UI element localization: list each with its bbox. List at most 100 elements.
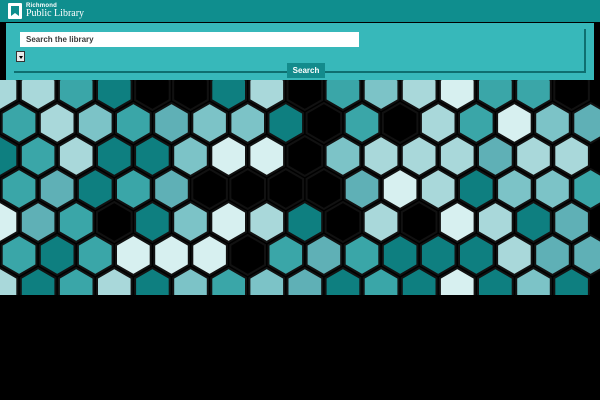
hex-tile (267, 233, 305, 277)
hex-tile (19, 200, 57, 244)
hex-tile (458, 167, 495, 211)
hex-tile (172, 134, 209, 178)
hex-tile (19, 134, 57, 178)
hex-tile (0, 200, 19, 244)
hex-tile (229, 167, 266, 211)
hex-tile (76, 167, 114, 211)
hex-tile (286, 200, 324, 244)
hex-tile (438, 200, 476, 244)
logo-line2: Public Library (26, 8, 85, 19)
logo-text: Richmond Public Library (26, 3, 84, 19)
hex-tile (115, 167, 152, 211)
hex-tile (381, 101, 419, 145)
hex-tile (248, 80, 286, 112)
hex-tile (477, 200, 514, 244)
hex-tile (38, 233, 76, 277)
hex-tile (191, 167, 228, 211)
search-scope-dropdown[interactable] (16, 51, 25, 62)
hex-tile (115, 233, 152, 277)
hex-tile (572, 167, 600, 211)
hex-tile (134, 80, 171, 112)
hex-tile (38, 101, 76, 145)
hex-tile (515, 134, 552, 178)
hex-tile (248, 134, 286, 178)
hex-tile (400, 200, 438, 244)
hex-tile (248, 200, 286, 244)
library-logo[interactable]: Richmond Public Library (8, 2, 84, 20)
hex-tile (153, 233, 190, 277)
hex-tile (362, 80, 400, 112)
hex-tile (572, 101, 600, 145)
hex-tile (324, 134, 362, 178)
hex-tile (458, 101, 495, 145)
hex-tile (305, 101, 343, 145)
hex-tile (57, 134, 95, 178)
hex-tile (496, 101, 533, 145)
hex-tile (57, 80, 95, 112)
hex-tile (76, 233, 114, 277)
hex-tile (0, 167, 38, 211)
hex-tile (134, 200, 171, 244)
hex-tile (477, 80, 514, 112)
hex-tile (381, 233, 419, 277)
hex-tile (419, 101, 457, 145)
hex-tile (458, 233, 495, 277)
hex-tile (438, 80, 476, 112)
library-logo-icon (8, 3, 22, 19)
hex-tile (229, 101, 266, 145)
hex-tile (267, 101, 305, 145)
hex-tile (153, 167, 190, 211)
search-input[interactable] (20, 32, 359, 47)
hex-tile (0, 134, 19, 178)
hex-tile (534, 233, 571, 277)
hex-tile (477, 134, 514, 178)
hex-tile (438, 134, 476, 178)
hex-tile (96, 80, 133, 112)
hex-tile (210, 200, 247, 244)
hex-tile (553, 80, 590, 112)
hex-tile (400, 80, 438, 112)
hex-tile (553, 134, 590, 178)
hex-tile (572, 233, 600, 277)
hex-tile (496, 167, 533, 211)
hex-tile (96, 134, 133, 178)
hex-tile (534, 167, 571, 211)
hex-tile (343, 167, 381, 211)
hex-tile (134, 134, 171, 178)
hex-tile (210, 134, 247, 178)
hex-tile (534, 101, 571, 145)
hex-tile (267, 167, 305, 211)
hex-tile (19, 80, 57, 112)
hex-tile (305, 167, 343, 211)
hex-pattern (0, 80, 600, 295)
hex-tile (343, 101, 381, 145)
hex-tile (191, 101, 228, 145)
hex-tile (76, 101, 114, 145)
hex-tile (172, 80, 209, 112)
hex-tile (553, 200, 590, 244)
search-button[interactable]: Search (287, 63, 325, 78)
hex-tile (0, 101, 38, 145)
hex-tile (153, 101, 190, 145)
hex-tile (324, 200, 362, 244)
hex-tile (38, 167, 76, 211)
hex-tile (400, 134, 438, 178)
search-panel: Search (6, 23, 594, 80)
hex-tile (324, 80, 362, 112)
hex-tile (172, 200, 209, 244)
hex-tile (419, 233, 457, 277)
hex-tile (229, 233, 266, 277)
hex-tile (115, 101, 152, 145)
hex-tile (362, 134, 400, 178)
search-form: Search (14, 29, 586, 78)
hex-tile (419, 167, 457, 211)
hex-tile (362, 200, 400, 244)
hex-tile (305, 233, 343, 277)
hex-tile (286, 80, 324, 112)
hex-tile (286, 134, 324, 178)
hex-tile (515, 200, 552, 244)
hex-tile (343, 233, 381, 277)
hex-tile (381, 167, 419, 211)
hex-tile (0, 233, 38, 277)
hex-tile (96, 200, 133, 244)
